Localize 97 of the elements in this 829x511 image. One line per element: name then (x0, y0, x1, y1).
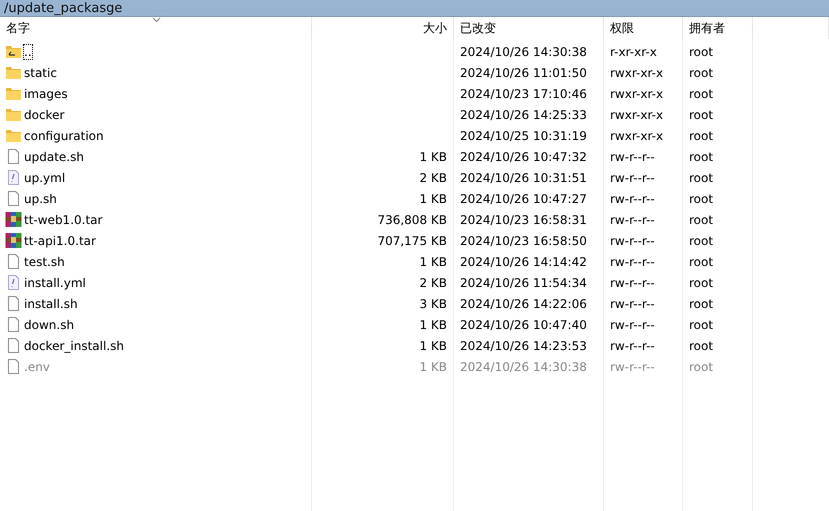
text-file-icon (5, 274, 22, 291)
file-size: 1 KB (419, 318, 448, 332)
file-name[interactable]: update.sh (24, 150, 84, 164)
permissions: rwxr-xr-x (609, 66, 664, 80)
modified-date: 2024/10/26 11:54:34 (459, 276, 588, 290)
file-icon (5, 358, 22, 375)
path-text: /update_packasge (4, 1, 122, 16)
owner: root (688, 254, 714, 268)
file-size: 736,808 KB (377, 212, 448, 226)
modified-date: 2024/10/26 14:22:06 (459, 296, 588, 310)
modified-date: 2024/10/23 16:58:31 (459, 212, 588, 226)
file-name[interactable]: up.yml (24, 170, 66, 184)
folder-icon (5, 85, 22, 102)
folder-icon (5, 106, 22, 123)
permissions: rw-r--r-- (609, 318, 656, 332)
modified-date: 2024/10/26 10:31:51 (459, 170, 588, 184)
permissions: rw-r--r-- (609, 276, 656, 290)
file-icon (5, 337, 22, 354)
modified-date: 2024/10/26 14:30:38 (459, 44, 588, 58)
column-heading[interactable]: 大小 (312, 17, 454, 39)
archive-icon (5, 232, 22, 249)
file-name[interactable]: install.sh (24, 296, 78, 310)
file-size: 707,175 KB (377, 234, 448, 248)
file-size: 1 KB (419, 360, 448, 374)
permissions: rw-r--r-- (609, 192, 656, 206)
file-icon (5, 316, 22, 333)
permissions: rw-r--r-- (609, 150, 656, 164)
owner: root (688, 338, 714, 352)
file-name[interactable]: tt-api1.0.tar (24, 234, 96, 248)
owner: root (688, 108, 714, 122)
permissions: rw-r--r-- (609, 234, 656, 248)
permissions: rwxr-xr-x (609, 86, 664, 100)
permissions: rw-r--r-- (609, 212, 656, 226)
file-size: 1 KB (419, 192, 448, 206)
permissions: r-xr-xr-x (609, 44, 658, 58)
permissions: rw-r--r-- (609, 360, 656, 374)
file-icon (5, 190, 22, 207)
owner: root (688, 44, 714, 58)
file-size: 1 KB (419, 254, 448, 268)
owner: root (688, 318, 714, 332)
owner: root (688, 86, 714, 100)
owner: root (688, 170, 714, 184)
file-icon (5, 295, 22, 312)
permissions: rw-r--r-- (609, 254, 656, 268)
file-name[interactable]: configuration (24, 128, 104, 142)
file-size: 2 KB (419, 170, 448, 184)
modified-date: 2024/10/26 14:14:42 (459, 254, 588, 268)
file-name[interactable]: install.yml (24, 276, 86, 290)
modified-date: 2024/10/26 10:47:40 (459, 318, 588, 332)
file-size: 1 KB (419, 150, 448, 164)
file-name[interactable]: test.sh (24, 254, 65, 268)
column-heading[interactable]: 拥有者 (683, 17, 753, 39)
modified-date: 2024/10/23 17:10:46 (459, 86, 588, 100)
owner: root (688, 276, 714, 290)
parent-folder-icon (5, 43, 22, 60)
permissions: rwxr-xr-x (609, 128, 664, 142)
file-size: 3 KB (419, 296, 448, 310)
modified-date: 2024/10/26 11:01:50 (459, 66, 588, 80)
modified-date: 2024/10/26 14:30:38 (459, 360, 588, 374)
file-icon (5, 253, 22, 270)
permissions: rw-r--r-- (609, 338, 656, 352)
file-name[interactable]: down.sh (24, 318, 74, 332)
file-name[interactable]: static (24, 66, 57, 80)
modified-date: 2024/10/26 14:25:33 (459, 108, 588, 122)
owner: root (688, 296, 714, 310)
owner: root (688, 360, 714, 374)
folder-icon (5, 64, 22, 81)
sort-caret-icon (152, 17, 160, 23)
modified-date: 2024/10/26 10:47:27 (459, 192, 588, 206)
archive-icon (5, 211, 22, 228)
owner: root (688, 66, 714, 80)
column-heading[interactable]: 已改变 (454, 17, 604, 39)
file-name[interactable]: tt-web1.0.tar (24, 212, 102, 226)
owner: root (688, 212, 714, 226)
modified-date: 2024/10/25 10:31:19 (459, 128, 588, 142)
permissions: rw-r--r-- (609, 170, 656, 184)
column-heading[interactable]: 名字 (0, 17, 312, 39)
file-name[interactable]: up.sh (24, 192, 57, 206)
file-name[interactable]: .. (24, 44, 32, 58)
file-size: 2 KB (419, 276, 448, 290)
owner: root (688, 150, 714, 164)
owner: root (688, 128, 714, 142)
file-size: 1 KB (419, 338, 448, 352)
modified-date: 2024/10/26 14:23:53 (459, 338, 588, 352)
modified-date: 2024/10/26 10:47:32 (459, 150, 588, 164)
modified-date: 2024/10/23 16:58:50 (459, 234, 588, 248)
file-name[interactable]: docker_install.sh (24, 338, 124, 352)
permissions: rwxr-xr-x (609, 108, 664, 122)
file-icon (5, 148, 22, 165)
text-file-icon (5, 169, 22, 186)
permissions: rw-r--r-- (609, 296, 656, 310)
file-name[interactable]: docker (24, 108, 64, 122)
file-name[interactable]: images (24, 86, 68, 100)
owner: root (688, 192, 714, 206)
owner: root (688, 234, 714, 248)
column-heading[interactable]: 权限 (604, 17, 683, 39)
folder-icon (5, 127, 22, 144)
